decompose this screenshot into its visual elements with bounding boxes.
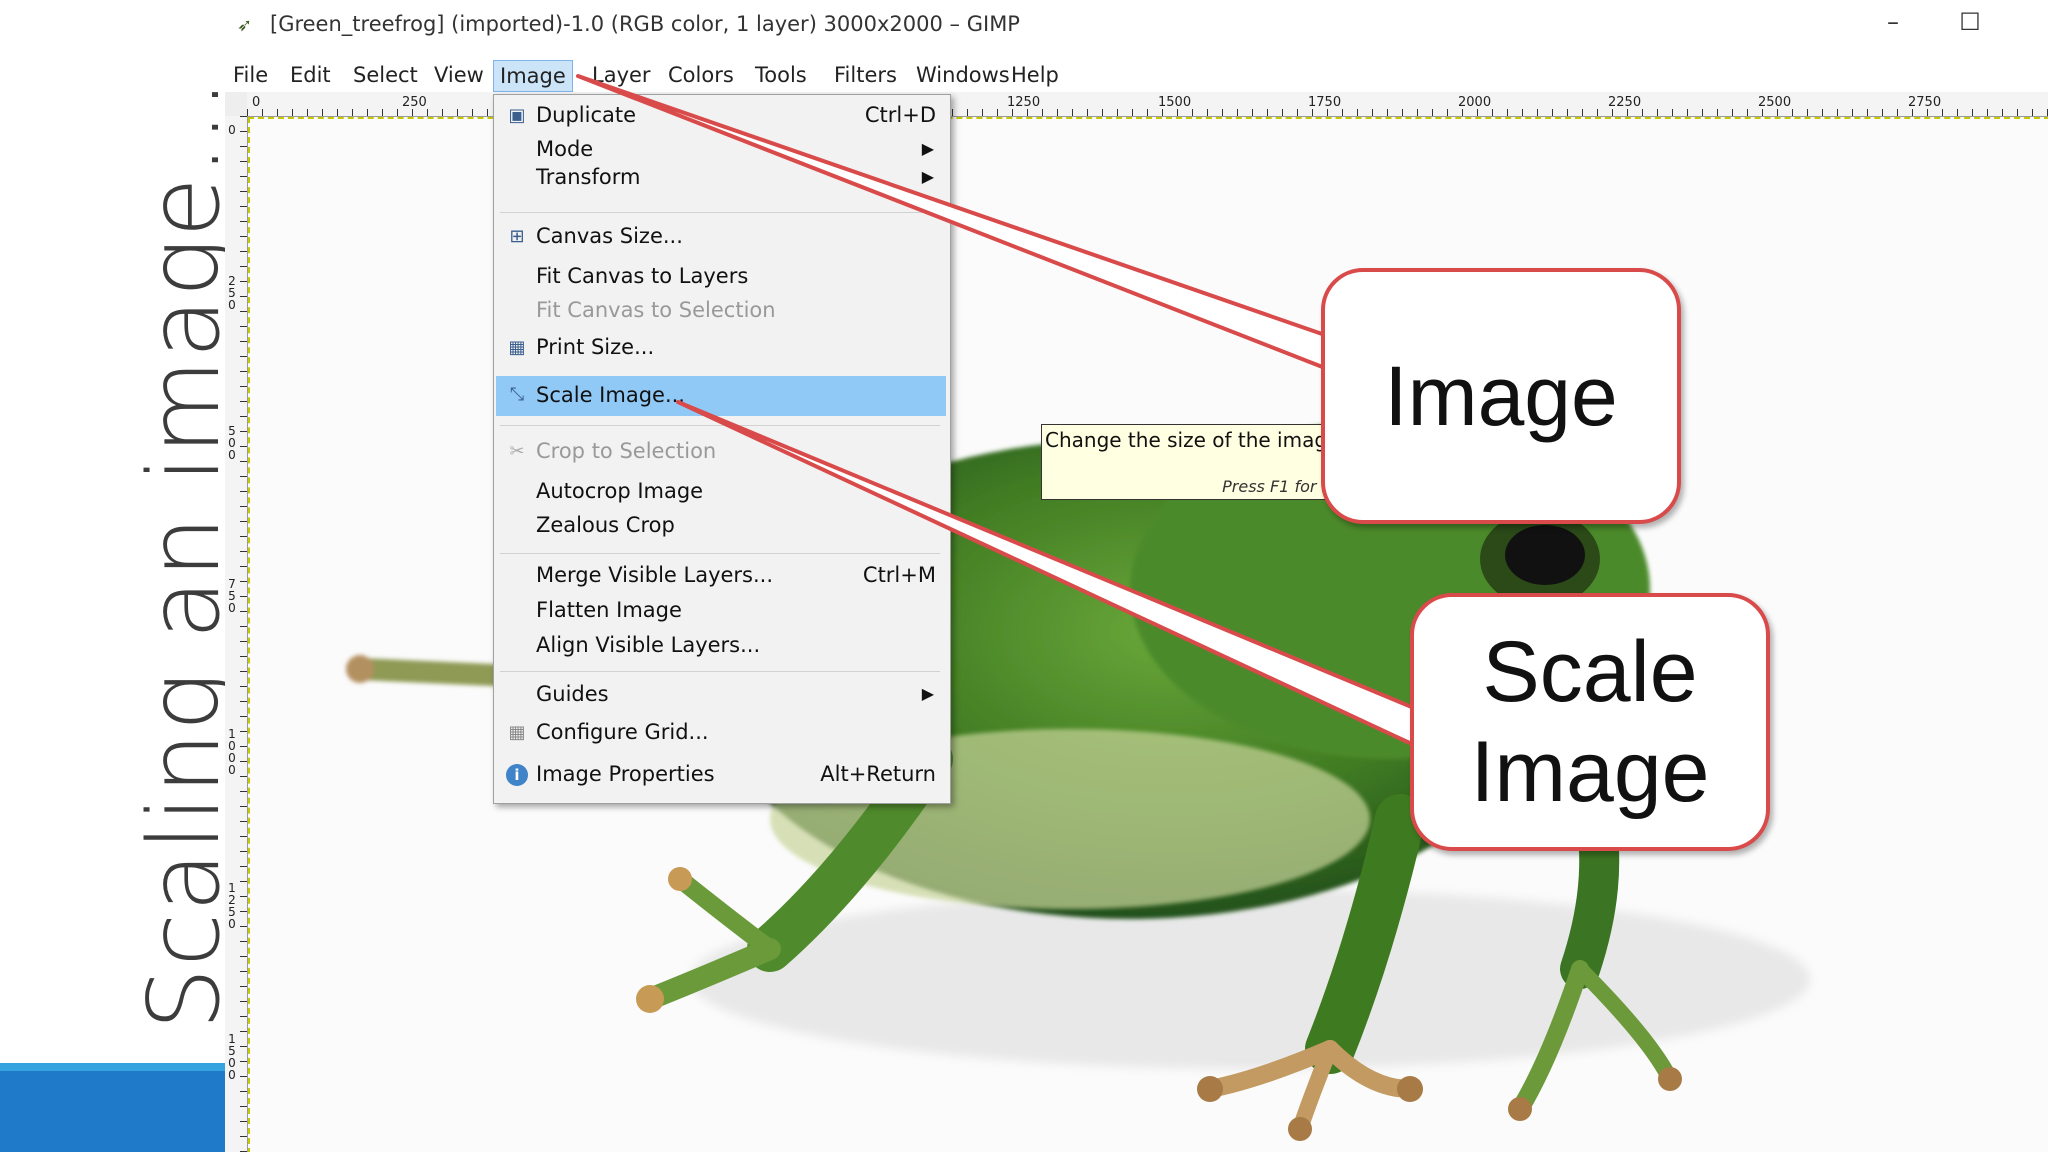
menu-item-label: Configure Grid...: [536, 720, 709, 744]
menu-edit[interactable]: Edit: [284, 60, 337, 90]
menu-item-label: Merge Visible Layers...: [536, 563, 774, 587]
scale-callout-line1: Scale: [1482, 624, 1698, 720]
maximize-button[interactable]: ☐: [1950, 8, 1990, 36]
image-menu-dropdown: ▣ Duplicate Ctrl+D Mode ▶ Transform ▶ ⊞ …: [493, 94, 951, 804]
ruler-tick: 2500: [1758, 95, 1792, 110]
slide-side-panel: Scaling an image…: [0, 0, 242, 1152]
menu-select[interactable]: Select: [347, 60, 424, 90]
menu-item-image-properties[interactable]: i Image Properties Alt+Return: [496, 758, 946, 792]
ruler-tick: 0: [228, 123, 236, 137]
menu-item-zealous-crop[interactable]: Zealous Crop: [496, 509, 946, 543]
shortcut-label: Ctrl+M: [862, 563, 936, 587]
menu-item-label: Transform: [536, 165, 641, 189]
image-callout: Image: [1321, 268, 1681, 524]
ruler-tick: 0: [252, 95, 261, 110]
accent-line: [0, 1063, 225, 1071]
submenu-arrow-icon: ▶: [921, 167, 934, 186]
shortcut-label: Alt+Return: [820, 762, 936, 786]
minimize-button[interactable]: –: [1873, 8, 1913, 36]
scale-callout-line2: Image: [1470, 724, 1710, 820]
menu-item-transform[interactable]: Transform ▶: [496, 161, 946, 195]
ruler-tick: 1750: [1308, 95, 1342, 110]
menu-bar: File Edit Select View Image Layer Colors…: [225, 56, 2048, 92]
scale-image-icon: ⤡: [509, 384, 525, 405]
menu-item-label: Zealous Crop: [536, 513, 675, 537]
ruler-tick: 250: [228, 274, 236, 312]
menu-item-print-size[interactable]: ▦ Print Size...: [496, 331, 946, 365]
window-title: [Green_treefrog] (imported)-1.0 (RGB col…: [270, 12, 1020, 36]
menu-windows[interactable]: Windows: [910, 60, 1016, 90]
menu-item-label: Print Size...: [536, 335, 655, 359]
ruler-tick: 2750: [1908, 95, 1942, 110]
ruler-tick: 1500: [1158, 95, 1192, 110]
submenu-arrow-icon: ▶: [921, 139, 934, 158]
menu-layer[interactable]: Layer: [586, 60, 657, 90]
menu-item-configure-grid[interactable]: ▦ Configure Grid...: [496, 716, 946, 750]
vertical-ruler: [225, 116, 248, 1152]
menu-item-autocrop-image[interactable]: Autocrop Image: [496, 475, 946, 509]
ruler-tick: 1500: [228, 1032, 236, 1082]
menu-item-label: Mode: [536, 137, 594, 161]
shortcut-label: Ctrl+D: [864, 103, 936, 127]
menu-image[interactable]: Image: [493, 60, 573, 92]
menu-item-align-visible-layers[interactable]: Align Visible Layers...: [496, 629, 946, 663]
menu-view[interactable]: View: [428, 60, 490, 90]
menu-item-guides[interactable]: Guides ▶: [496, 678, 946, 712]
menu-item-label: Autocrop Image: [536, 479, 704, 503]
menu-separator: [500, 425, 940, 426]
menu-item-merge-visible-layers[interactable]: Merge Visible Layers... Ctrl+M: [496, 559, 946, 593]
menu-item-fit-canvas-to-selection: Fit Canvas to Selection: [496, 294, 946, 328]
menu-item-label: Flatten Image: [536, 598, 682, 622]
ruler-tick: 500: [228, 424, 236, 462]
duplicate-icon: ▣: [508, 105, 526, 126]
menu-separator: [500, 212, 940, 213]
menu-tools[interactable]: Tools: [749, 60, 813, 90]
menu-item-label: Scale Image...: [536, 383, 685, 407]
canvas-size-icon: ⊞: [509, 226, 525, 247]
ruler-tick: 250: [402, 95, 427, 110]
menu-item-label: Guides: [536, 682, 609, 706]
menu-item-canvas-size[interactable]: ⊞ Canvas Size...: [496, 220, 946, 254]
menu-file[interactable]: File: [227, 60, 274, 90]
print-size-icon: ▦: [508, 337, 526, 358]
accent-block: [0, 1071, 225, 1152]
gimp-icon: ➶: [237, 15, 253, 36]
gimp-window: ➶ [Green_treefrog] (imported)-1.0 (RGB c…: [225, 0, 2048, 1152]
scale-image-callout: Scale Image: [1410, 593, 1770, 851]
ruler-corner-button[interactable]: [225, 92, 248, 117]
info-icon: i: [506, 764, 528, 786]
menu-help[interactable]: Help: [1005, 60, 1065, 90]
menu-item-flatten-image[interactable]: Flatten Image: [496, 594, 946, 628]
menu-item-crop-to-selection: ✂ Crop to Selection: [496, 435, 946, 469]
menu-item-label: Duplicate: [536, 103, 637, 127]
grid-icon: ▦: [508, 722, 526, 743]
menu-item-label: Crop to Selection: [536, 439, 717, 463]
menu-item-fit-canvas-to-layers[interactable]: Fit Canvas to Layers: [496, 260, 946, 294]
menu-item-label: Image Properties: [536, 762, 715, 786]
menu-item-duplicate[interactable]: ▣ Duplicate Ctrl+D: [496, 99, 946, 133]
menu-item-label: Fit Canvas to Layers: [536, 264, 749, 288]
ruler-tick: 2000: [1458, 95, 1492, 110]
menu-separator: [500, 553, 940, 554]
ruler-tick: 2250: [1608, 95, 1642, 110]
ruler-tick: 1000: [228, 727, 236, 777]
ruler-tick: 1250: [228, 881, 236, 931]
menu-item-label: Align Visible Layers...: [536, 633, 761, 657]
menu-item-label: Fit Canvas to Selection: [536, 298, 776, 322]
title-bar: ➶ [Green_treefrog] (imported)-1.0 (RGB c…: [225, 0, 2048, 52]
ruler-tick: 1250: [1007, 95, 1041, 110]
crop-icon: ✂: [509, 441, 525, 462]
submenu-arrow-icon: ▶: [921, 684, 934, 703]
menu-colors[interactable]: Colors: [662, 60, 740, 90]
menu-item-label: Canvas Size...: [536, 224, 683, 248]
menu-separator: [500, 671, 940, 672]
menu-filters[interactable]: Filters: [828, 60, 903, 90]
image-callout-text: Image: [1384, 348, 1618, 443]
ruler-tick: 750: [228, 577, 236, 615]
menu-item-scale-image[interactable]: ⤡ Scale Image...: [496, 376, 946, 416]
